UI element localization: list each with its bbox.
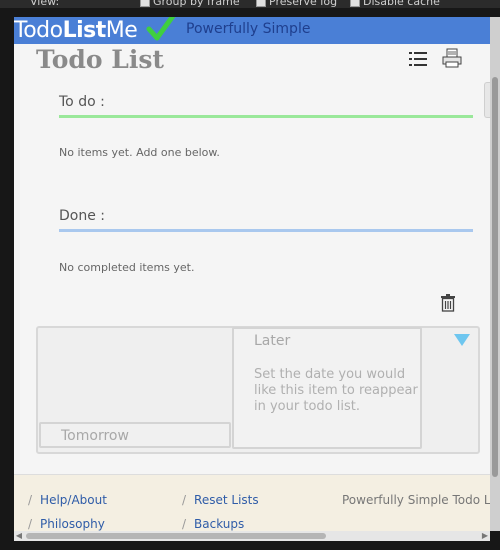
app-logo[interactable]: TodoListMe — [14, 17, 176, 44]
done-section-divider — [59, 229, 473, 232]
trash-icon[interactable] — [436, 291, 460, 315]
logo-text-prefix: Todo — [14, 18, 63, 43]
devtools-view-label: View: — [30, 0, 60, 8]
expand-triangle-icon[interactable] — [454, 334, 470, 346]
footer-tagline: Powerfully Simple Todo Lists — [342, 493, 490, 507]
preserve-log-label: Preserve log — [269, 0, 338, 8]
devtools-toolbar: View: Group by frame Preserve log Disabl… — [0, 0, 500, 8]
checkbox-icon[interactable] — [350, 0, 360, 7]
schedule-area: Tomorrow Later Set the date you would li… — [36, 326, 480, 454]
list-sort-icon[interactable] — [406, 47, 430, 71]
done-empty-text: No completed items yet. — [59, 261, 195, 274]
logo-text-mid: List — [62, 18, 107, 43]
header-tagline: Powerfully Simple — [186, 21, 311, 37]
todo-section-label: To do : — [59, 94, 105, 110]
footer-link-label: Backups — [194, 517, 245, 531]
disable-cache-option[interactable]: Disable cache — [350, 0, 440, 8]
checkmark-icon — [146, 17, 176, 41]
horizontal-scroll-thumb[interactable] — [26, 533, 326, 539]
footer-link-backups[interactable]: / Backups — [182, 517, 244, 531]
done-section-label: Done : — [59, 208, 105, 224]
group-by-frame-option[interactable]: Group by frame — [140, 0, 240, 8]
print-icon[interactable] — [440, 46, 464, 70]
tomorrow-label: Tomorrow — [61, 428, 129, 444]
todo-list-panel: Todo List To do : No items yet. Add one … — [14, 44, 490, 475]
scroll-right-arrow-icon[interactable]: ▶ — [480, 531, 490, 541]
later-title: Later — [254, 333, 291, 349]
tomorrow-drop-zone[interactable]: Tomorrow — [39, 422, 231, 448]
checkbox-icon[interactable] — [140, 0, 150, 7]
todo-section-divider — [59, 115, 473, 118]
footer-link-help-about[interactable]: / Help/About — [28, 493, 107, 507]
horizontal-scrollbar[interactable]: ◀ ▶ — [14, 531, 490, 541]
preserve-log-option[interactable]: Preserve log — [256, 0, 337, 8]
page-viewport: TodoListMe Powerfully Simple Todo List T… — [14, 17, 490, 541]
disable-cache-label: Disable cache — [363, 0, 440, 8]
group-by-frame-label: Group by frame — [153, 0, 240, 8]
vertical-scroll-thumb[interactable] — [492, 77, 498, 477]
footer-link-label: Philosophy — [40, 517, 105, 531]
list-title[interactable]: Todo List — [36, 45, 164, 74]
footer-link-label: Help/About — [40, 493, 107, 507]
later-description: Set the date you would like this item to… — [254, 367, 418, 414]
logo-text-suffix: Me — [105, 18, 138, 43]
todo-empty-text: No items yet. Add one below. — [59, 146, 220, 159]
checkbox-icon[interactable] — [256, 0, 266, 7]
footer-link-philosophy[interactable]: / Philosophy — [28, 517, 105, 531]
app-header: TodoListMe Powerfully Simple — [14, 17, 490, 44]
later-drop-zone[interactable]: Later Set the date you would like this i… — [232, 327, 422, 449]
vertical-scrollbar[interactable] — [490, 17, 500, 531]
footer-link-label: Reset Lists — [194, 493, 259, 507]
footer-link-reset-lists[interactable]: / Reset Lists — [182, 493, 259, 507]
scroll-left-arrow-icon[interactable]: ◀ — [14, 531, 24, 541]
